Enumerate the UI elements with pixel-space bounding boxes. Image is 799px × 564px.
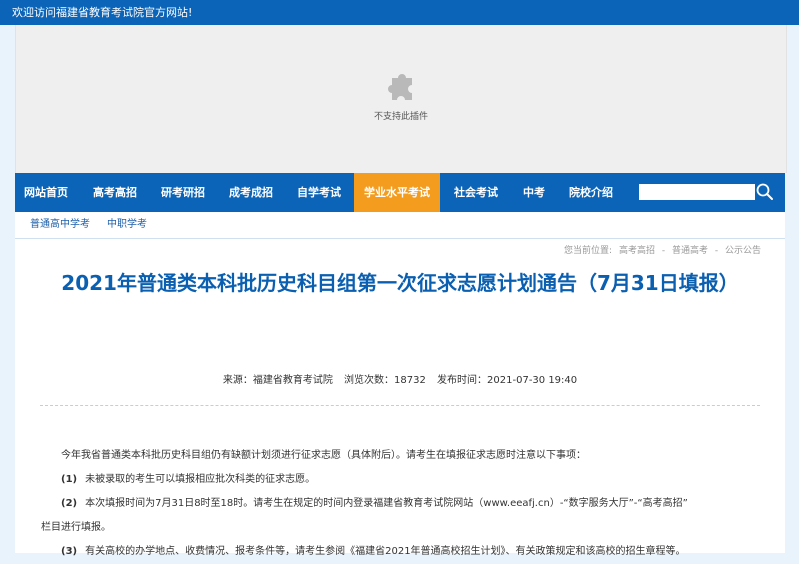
article-intro: 今年我省普通类本科批历史科目组仍有缺额计划须进行征求志愿（具体附后）。请考生在填…	[61, 450, 586, 461]
nav-item-zhongkao[interactable]: 中考	[511, 173, 557, 212]
breadcrumb: 您当前位置: 高考高招 - 普通高考 - 公示公告	[560, 243, 761, 256]
breadcrumb-separator: -	[661, 246, 666, 256]
point-text: 未被录取的考生可以填报相应批次科类的征求志愿。	[85, 474, 316, 485]
point-number: (3)	[61, 546, 78, 557]
article-body: 今年我省普通类本科批历史科目组仍有缺额计划须进行征求志愿（具体附后）。请考生在填…	[41, 444, 765, 564]
puzzle-piece-icon	[388, 74, 412, 100]
welcome-text: 欢迎访问福建省教育考试院官方网站!	[12, 6, 193, 19]
point-text: 本次填报时间为7月31日8时至18时。请考生在规定的时间内登录福建省教育考试院网…	[85, 498, 688, 509]
nav-item-adult-exam[interactable]: 成考成招	[217, 173, 285, 212]
article-meta: 来源：福建省教育考试院 浏览次数：18732 发布时间：2021-07-30 1…	[15, 371, 785, 386]
breadcrumb-putong-gaokao[interactable]: 普通高考	[672, 246, 708, 256]
search-icon[interactable]	[755, 182, 775, 202]
article-title: 2021年普通类本科批历史科目组第一次征求志愿计划通告（7月31日填报）	[61, 271, 739, 295]
article-point: (2) 本次填报时间为7月31日8时至18时。请考生在规定的时间内登录福建省教育考…	[41, 492, 765, 516]
nav-item-proficiency-test[interactable]: 学业水平考试	[354, 173, 440, 212]
breadcrumb-separator: -	[714, 246, 719, 256]
article-views: 浏览次数：18732	[344, 375, 426, 386]
plugin-placeholder: 不支持此插件	[15, 25, 787, 173]
point-text: 有关高校的办学地点、收费情况、报考条件等，请考生参阅《福建省2021年普通高校招…	[85, 546, 686, 557]
article-point: (1) 未被录取的考生可以填报相应批次科类的征求志愿。	[41, 468, 765, 492]
article-source: 来源：福建省教育考试院	[222, 375, 333, 386]
nav-item-social-exam[interactable]: 社会考试	[443, 173, 509, 212]
point-text: 栏目进行填报。	[41, 522, 111, 533]
point-number: (1)	[61, 474, 78, 485]
nav-item-graduate-exam[interactable]: 研考研招	[149, 173, 217, 212]
point-number: (2)	[61, 498, 78, 509]
subnav-item-high-school[interactable]: 普通高中学考	[30, 212, 90, 238]
breadcrumb-gaokao[interactable]: 高考高招	[619, 246, 655, 256]
nav-item-colleges[interactable]: 院校介绍	[559, 173, 623, 212]
divider	[40, 405, 760, 406]
breadcrumb-announcements[interactable]: 公示公告	[725, 246, 761, 256]
breadcrumb-label: 您当前位置:	[564, 246, 613, 256]
article-panel: 您当前位置: 高考高招 - 普通高考 - 公示公告 2021年普通类本科批历史科…	[15, 239, 785, 557]
article-point-continuation: 栏目进行填报。	[41, 516, 765, 540]
article-point: (3) 有关高校的办学地点、收费情况、报考条件等，请考生参阅《福建省2021年普通…	[41, 540, 765, 564]
article-published: 发布时间：2021-07-30 19:40	[437, 375, 578, 386]
nav-item-gaokao[interactable]: 高考高招	[81, 173, 149, 212]
plugin-message: 不支持此插件	[373, 112, 428, 122]
subnav-item-vocational[interactable]: 中职学考	[107, 212, 147, 238]
nav-item-home[interactable]: 网站首页	[15, 173, 77, 212]
top-bar: 欢迎访问福建省教育考试院官方网站!	[0, 0, 799, 25]
search-input[interactable]	[639, 184, 755, 200]
nav-item-self-study[interactable]: 自学考试	[285, 173, 353, 212]
main-nav: 网站首页 高考高招 研考研招 成考成招 自学考试 学业水平考试 社会考试 中考 …	[15, 173, 785, 212]
sub-nav: 普通高中学考 中职学考	[15, 212, 785, 239]
